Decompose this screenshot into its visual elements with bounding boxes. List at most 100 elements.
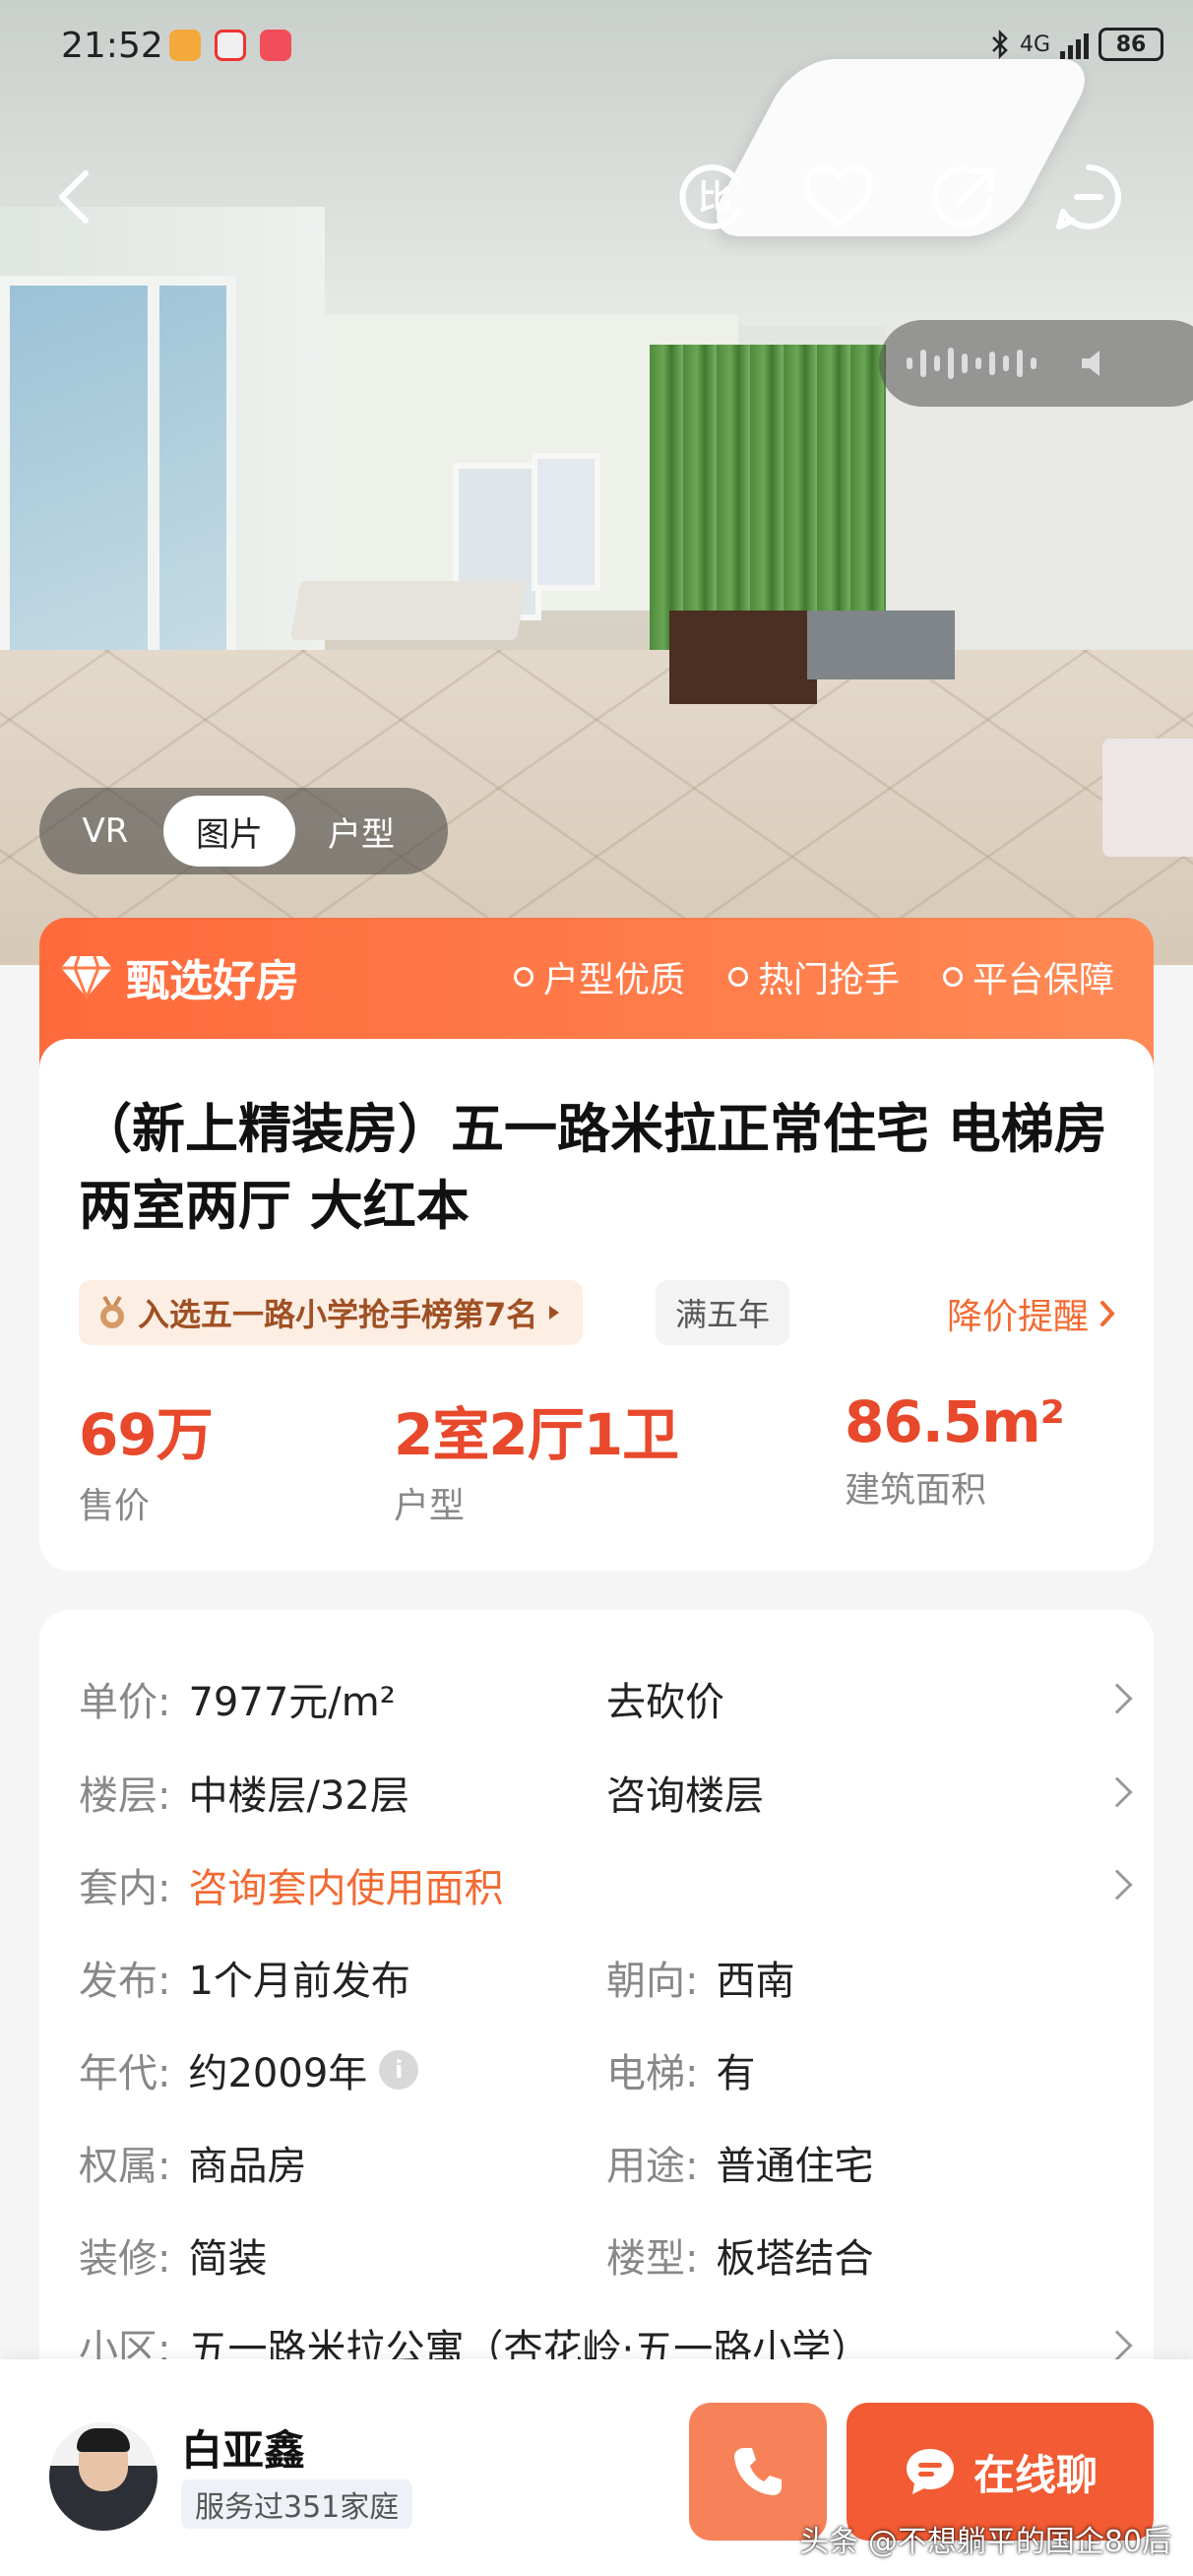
online-chat-label: 在线聊 [973,2450,1098,2499]
consult-floor-text: 咨询楼层 [606,1773,764,1819]
app-notification-icon [169,30,201,61]
status-bar: 21:52 4G 86 [0,0,1193,98]
detail-value: 简装 [188,2236,268,2282]
detail-label: 楼型: [606,2236,699,2282]
photo-doorway-2 [532,453,600,591]
svg-text:比: 比 [698,178,731,218]
photo-side-table [1102,739,1193,857]
tab-vr[interactable]: VR [47,796,163,867]
battery-icon: 86 [1099,28,1163,61]
detail-orientation: 朝向: 西南 [606,1948,794,2007]
medal-icon [100,1295,124,1328]
bargain-link[interactable]: 去砍价 [606,1669,724,1728]
detail-value: 中楼层/32层 [188,1773,409,1819]
stat-area-value: 86.5m² [845,1388,1065,1455]
detail-value: 1个月前发布 [188,1959,410,2004]
detail-label: 发布: [79,1959,171,2004]
status-indicators: 4G 86 [990,28,1163,61]
detail-label: 单价: [79,1680,171,1725]
favorite-icon [804,165,873,226]
detail-inner-area[interactable]: 套内: 咨询套内使用面积 [79,1855,503,1914]
banner-tags: 户型优质 热门抢手 平台保障 [514,951,1114,1002]
chevron-right-icon [1100,1301,1115,1326]
signal-icon [1060,30,1089,59]
stat-area: 86.5m² 建筑面积 [845,1388,1065,1513]
compare-icon: 比 [679,164,741,229]
price-alert-link[interactable]: 降价提醒 [947,1288,1116,1339]
photo-window [0,276,236,689]
photo-grey-cabinet [807,611,955,679]
back-button[interactable] [35,158,114,236]
detail-label: 朝向: [606,1959,699,2004]
detail-value: 商品房 [188,2144,307,2189]
battery-level: 86 [1115,32,1147,57]
detail-unit-price: 单价: 7977元/m² [79,1669,396,1728]
consult-inner-area-link[interactable]: 咨询套内使用面积 [188,1856,503,1913]
agent-name[interactable]: 白亚鑫 [181,2417,305,2478]
diamond-icon [61,955,112,1001]
tab-floorplan[interactable]: 户型 [295,796,427,867]
status-time: 21:52 [61,26,163,66]
agent-served-badge: 服务过351家庭 [181,2479,413,2529]
detail-building-type: 楼型: 板塔结合 [606,2225,873,2285]
stat-layout-label: 户型 [394,1486,466,1526]
ranking-badge-text: 入选五一路小学抢手榜第7名 [138,1296,538,1333]
tab-photos[interactable]: 图片 [163,796,295,867]
photo-tv-stand [669,611,817,704]
detail-usage: 用途: 普通住宅 [606,2133,873,2192]
detail-value: 约2009年 [188,2051,368,2096]
detail-label: 电梯: [606,2051,699,2096]
triangle-right-icon [549,1306,560,1320]
share-button[interactable] [925,158,1004,236]
detail-value: 普通住宅 [716,2144,874,2189]
info-icon[interactable]: i [379,2050,419,2090]
detail-label: 权属: [79,2144,171,2189]
audio-wave-icon [907,348,1036,379]
speaker-icon [1082,351,1099,376]
source-watermark: 头条 @不想躺平的国企80后 [799,2525,1171,2559]
banner-tag: 平台保障 [943,951,1114,1002]
chat-bubble-icon [906,2449,954,2494]
ownership-years-text: 满五年 [675,1296,771,1333]
listing-title: （新上精装房）五一路米拉正常住宅 电梯房 两室两厅 大红本 [79,1098,1107,1237]
detail-ownership: 权属: 商品房 [79,2133,306,2192]
detail-label: 用途: [606,2144,699,2189]
stat-price-value: 69万 [79,1401,214,1468]
detail-value: 7977元/m² [188,1680,396,1725]
tab-label: VR [82,811,129,851]
detail-value: 板塔结合 [716,2236,874,2282]
agent-served-text: 服务过351家庭 [195,2490,400,2525]
detail-year: 年代: 约2009年 i [79,2040,419,2099]
detail-value: 西南 [716,1959,795,2004]
bargain-link-text: 去砍价 [606,1680,724,1725]
banner-tag: 热门抢手 [728,951,900,1002]
phone-icon [734,2448,782,2495]
detail-publish: 发布: 1个月前发布 [79,1948,410,2007]
detail-label: 装修: [79,2236,171,2282]
detail-elevator: 电梯: 有 [606,2040,755,2099]
network-type: 4G [1019,32,1050,57]
stat-price: 69万 售价 [79,1388,214,1528]
ownership-years-badge: 满五年 [656,1280,790,1345]
detail-label: 年代: [79,2051,171,2096]
favorite-button[interactable] [799,158,878,236]
more-button[interactable] [1049,158,1128,236]
ranking-badge[interactable]: 入选五一路小学抢手榜第7名 [79,1280,584,1345]
media-tabs: VR 图片 户型 [39,788,448,874]
app-notification-icon [215,30,246,61]
bluetooth-icon [992,30,1008,59]
consult-floor-link[interactable]: 咨询楼层 [606,1763,764,1822]
stat-layout-value: 2室2厅1卫 [394,1401,679,1468]
detail-label: 楼层: [79,1773,171,1819]
price-alert-text: 降价提醒 [946,1297,1089,1337]
avatar-hair [77,2428,130,2452]
compare-button[interactable]: 比 [675,158,754,236]
avatar[interactable] [49,2422,157,2531]
tab-label: 图片 [196,814,263,855]
banner-title: 甄选好房 [59,945,299,1008]
app-notification-icon [260,30,291,61]
banner-tag: 户型优质 [514,951,685,1002]
photo-dining-table [289,581,528,640]
share-icon [932,165,993,227]
floating-audio-pill[interactable] [879,320,1193,407]
